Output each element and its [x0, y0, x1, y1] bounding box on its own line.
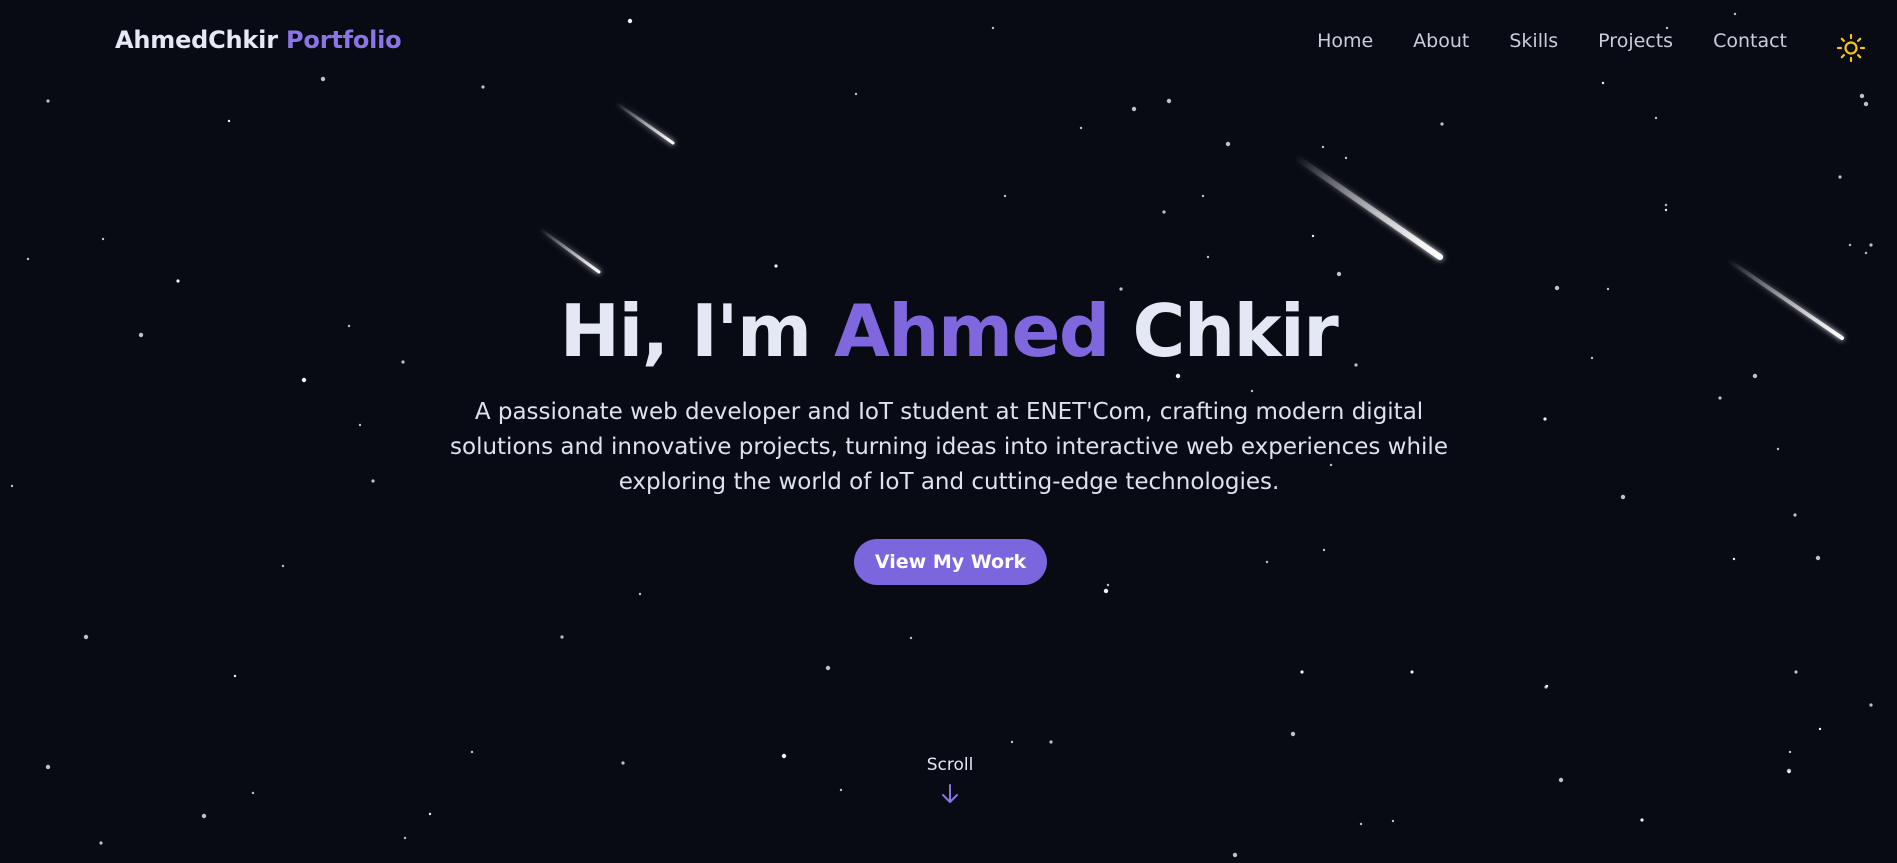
scroll-label: Scroll — [926, 755, 974, 775]
hero-title: Hi, I'm Ahmed Chkir — [0, 288, 1897, 374]
arrow-down-icon — [942, 784, 958, 803]
scroll-indicator[interactable]: Scroll — [900, 755, 1000, 805]
hero-first-name: Ahmed — [834, 289, 1110, 373]
hero-section: Hi, I'm Ahmed Chkir A passionate web dev… — [0, 0, 1897, 863]
view-my-work-button[interactable]: View My Work — [854, 539, 1047, 585]
portfolio-page: AhmedChkir Portfolio Home About Skills P… — [0, 0, 1897, 863]
hero-last-name: Chkir — [1132, 289, 1339, 373]
hero-greeting: Hi, I'm — [559, 289, 812, 373]
hero-description: A passionate web developer and IoT stude… — [450, 399, 1448, 495]
